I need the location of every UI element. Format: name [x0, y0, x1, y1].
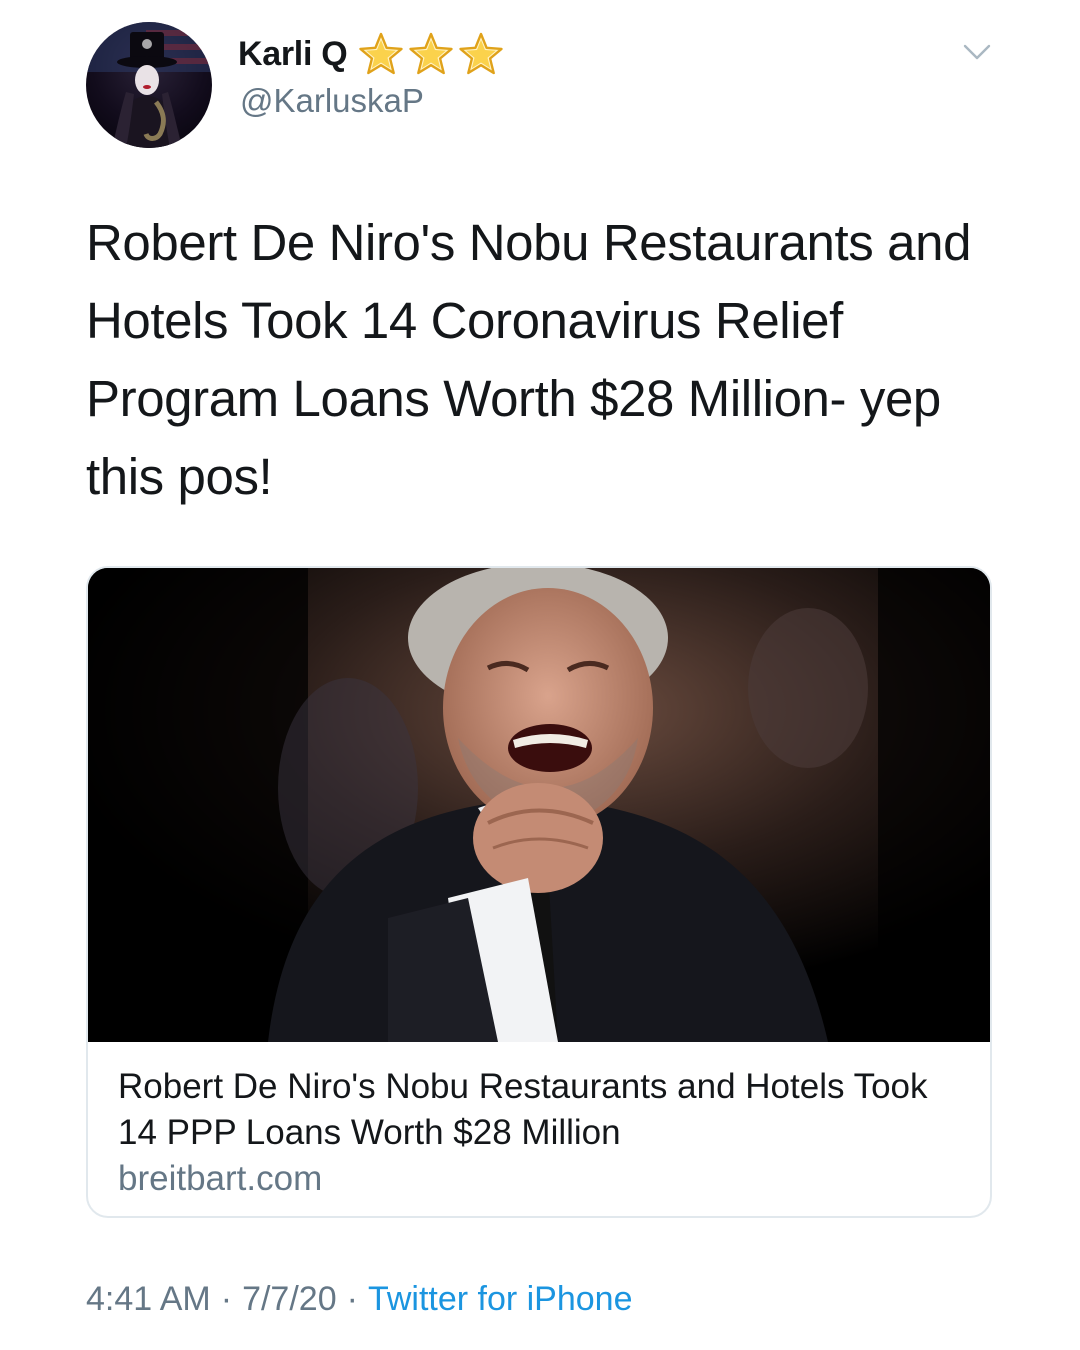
- name-badges: [357, 31, 505, 77]
- star-icon: [359, 32, 404, 75]
- tweet: Karli Q @KarluskaP Robert De Niro's Nobu…: [0, 0, 1080, 1350]
- meta-separator: ·: [346, 1280, 358, 1318]
- tweet-date[interactable]: 7/7/20: [242, 1280, 337, 1319]
- meta-separator: ·: [220, 1280, 233, 1318]
- card-body[interactable]: Robert De Niro's Nobu Restaurants and Ho…: [118, 1064, 968, 1202]
- card-title[interactable]: Robert De Niro's Nobu Restaurants and Ho…: [118, 1064, 968, 1156]
- author-name-row[interactable]: Karli Q: [238, 30, 505, 78]
- card-image[interactable]: [88, 568, 990, 1042]
- tweet-meta: 4:41 AM · 7/7/20 · Twitter for iPhone: [86, 1280, 633, 1319]
- chevron-down-icon[interactable]: [962, 40, 992, 64]
- avatar-image: [86, 22, 212, 148]
- tweet-source-link[interactable]: Twitter for iPhone: [368, 1280, 633, 1319]
- author-handle[interactable]: @KarluskaP: [240, 82, 424, 120]
- star-icon: [409, 32, 454, 75]
- star-icon: [459, 32, 504, 75]
- avatar[interactable]: [86, 22, 212, 148]
- tweet-text: Robert De Niro's Nobu Restaurants and Ho…: [86, 214, 972, 505]
- link-card[interactable]: Robert De Niro's Nobu Restaurants and Ho…: [86, 566, 992, 1218]
- card-domain[interactable]: breitbart.com: [118, 1156, 968, 1202]
- tweet-time[interactable]: 4:41 AM: [86, 1280, 211, 1319]
- display-name[interactable]: Karli Q: [238, 35, 348, 74]
